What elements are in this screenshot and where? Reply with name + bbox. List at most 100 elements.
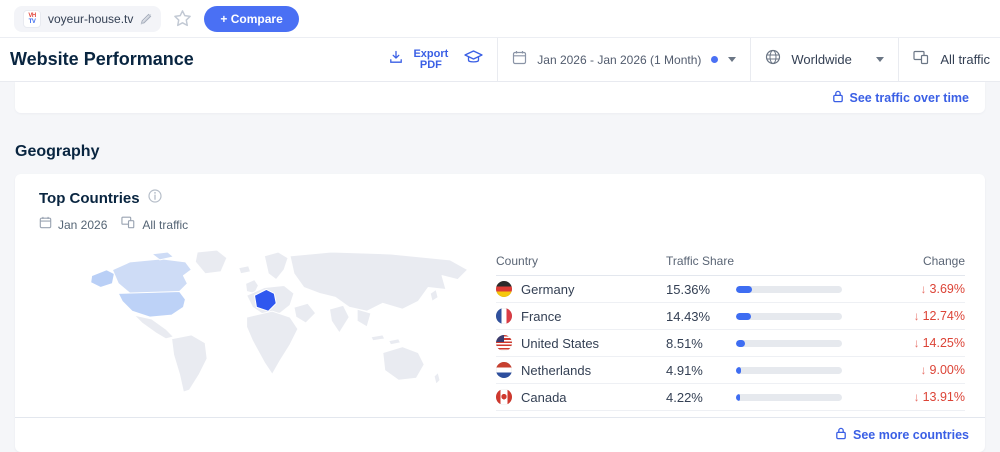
see-traffic-over-time-label: See traffic over time	[849, 90, 970, 105]
country-flag-icon	[496, 335, 512, 351]
devices-icon	[913, 49, 930, 70]
map-central-america	[133, 314, 175, 340]
map-greenland	[194, 250, 228, 275]
traffic-share-bar-fill	[736, 312, 752, 320]
chevron-down-icon	[728, 57, 737, 62]
country-flag-icon	[496, 362, 512, 378]
map-usa	[117, 290, 186, 318]
site-favicon: VH TV	[23, 9, 41, 28]
table-row[interactable]: France 14.43% ↓ 12.74%	[496, 303, 965, 330]
traffic-share-bar	[736, 285, 842, 293]
page-title: Website Performance	[10, 49, 194, 69]
table-row[interactable]: Canada 4.22% ↓ 13.91%	[496, 384, 965, 411]
map-africa	[246, 310, 299, 375]
page-header: Website Performance Export PDF Jan 2026 -…	[0, 38, 1000, 82]
table-row[interactable]: Germany 15.36% ↓ 3.69%	[496, 276, 965, 303]
devices-icon	[121, 215, 136, 234]
academy-button[interactable]	[462, 38, 497, 81]
change-cell: ↓ 9.00%	[873, 363, 965, 377]
change-value: 14.25%	[922, 336, 965, 350]
geography-section-title: Geography	[15, 143, 100, 160]
site-chip[interactable]: VH TV voyeur-house.tv	[14, 5, 162, 32]
country-flag-icon	[496, 281, 512, 297]
favicon-line2: TV	[28, 18, 36, 25]
lock-icon	[835, 427, 847, 443]
world-map[interactable]	[29, 246, 484, 400]
change-arrow-icon: ↓	[913, 309, 920, 323]
date-filter-dot	[711, 56, 719, 63]
top-countries-card: Top Countries Jan 2026 All traffic Count…	[15, 174, 985, 452]
top-countries-card-header: Top Countries Jan 2026 All traffic	[15, 174, 985, 242]
edit-pencil-icon[interactable]	[140, 13, 152, 25]
traffic-share-value: 4.91%	[666, 362, 703, 378]
top-countries-body: Country Traffic Share Change Germany 15.…	[15, 242, 985, 417]
table-row[interactable]: United States 8.51% ↓ 14.25%	[496, 330, 965, 357]
country-name: Canada	[521, 389, 567, 405]
change-value: 12.74%	[922, 309, 965, 323]
map-alaska	[90, 269, 115, 288]
map-iceland	[238, 265, 252, 275]
map-arctic-island	[151, 251, 175, 261]
change-value: 13.91%	[922, 390, 965, 404]
export-pdf-label: Export PDF	[413, 47, 449, 71]
main-content: See traffic over time Geography Top Coun…	[0, 82, 1000, 452]
favorite-star-icon[interactable]	[173, 9, 192, 28]
map-south-america	[171, 334, 208, 393]
change-arrow-icon: ↓	[920, 363, 927, 377]
compare-label: + Compare	[220, 11, 283, 26]
change-arrow-icon: ↓	[920, 282, 927, 296]
info-icon[interactable]	[147, 189, 162, 208]
calendar-icon	[39, 216, 52, 234]
region-select[interactable]: Worldwide	[750, 38, 898, 81]
calendar-icon	[512, 50, 527, 70]
top-countries-footer: See more countries	[15, 417, 985, 452]
change-value: 3.69%	[929, 282, 965, 296]
download-icon	[389, 50, 403, 69]
map-japan	[429, 288, 439, 302]
traffic-filter-label: All traffic	[940, 52, 990, 67]
country-name: Germany	[521, 281, 575, 297]
map-asia	[289, 251, 469, 312]
country-flag-icon	[496, 389, 512, 405]
see-more-countries-label: See more countries	[852, 428, 969, 442]
region-label: Worldwide	[791, 52, 852, 67]
globe-icon	[765, 49, 781, 70]
map-australia	[382, 346, 425, 381]
map-se-asia	[356, 308, 372, 328]
countries-table-header: Country Traffic Share Change	[496, 248, 965, 276]
traffic-share-bar-fill	[736, 285, 753, 293]
map-scandinavia	[263, 251, 289, 281]
map-india	[329, 304, 350, 334]
date-range-label: Jan 2026 - Jan 2026 (1 Month)	[537, 52, 702, 67]
traffic-share-value: 14.43%	[666, 308, 711, 324]
traffic-share-bar-fill	[736, 366, 742, 374]
change-arrow-icon: ↓	[913, 336, 920, 350]
traffic-share-bar	[736, 339, 842, 347]
change-cell: ↓ 14.25%	[873, 336, 965, 350]
change-cell: ↓ 3.69%	[873, 282, 965, 296]
see-traffic-over-time-link[interactable]: See traffic over time	[832, 90, 970, 106]
card-meta-traffic: All traffic	[142, 217, 189, 232]
change-cell: ↓ 13.91%	[873, 390, 965, 404]
see-more-countries-link[interactable]: See more countries	[835, 427, 969, 443]
site-domain: voyeur-house.tv	[48, 11, 134, 26]
col-header-change: Change	[922, 254, 965, 268]
change-cell: ↓ 12.74%	[873, 309, 965, 323]
traffic-share-bar	[736, 393, 842, 401]
country-name: Netherlands	[521, 362, 592, 378]
compare-button[interactable]: + Compare	[204, 5, 299, 32]
table-row[interactable]: Netherlands 4.91% ↓ 9.00%	[496, 357, 965, 384]
date-range-picker[interactable]: Jan 2026 - Jan 2026 (1 Month)	[497, 38, 750, 81]
traffic-filter-select[interactable]: All traffic	[898, 38, 1000, 81]
export-pdf-button[interactable]: Export PDF	[375, 38, 462, 81]
topbar: VH TV voyeur-house.tv + Compare	[0, 0, 1000, 38]
traffic-share-bar-fill	[736, 393, 741, 401]
change-arrow-icon: ↓	[913, 390, 920, 404]
map-indonesia	[370, 334, 386, 342]
traffic-share-value: 8.51%	[666, 335, 703, 351]
lock-icon	[832, 90, 844, 106]
country-name: United States	[521, 335, 600, 351]
map-new-zealand	[433, 371, 441, 385]
map-middle-east	[293, 302, 317, 324]
countries-table-body: Germany 15.36% ↓ 3.69% France 14.43% ↓ 12.…	[496, 276, 965, 411]
